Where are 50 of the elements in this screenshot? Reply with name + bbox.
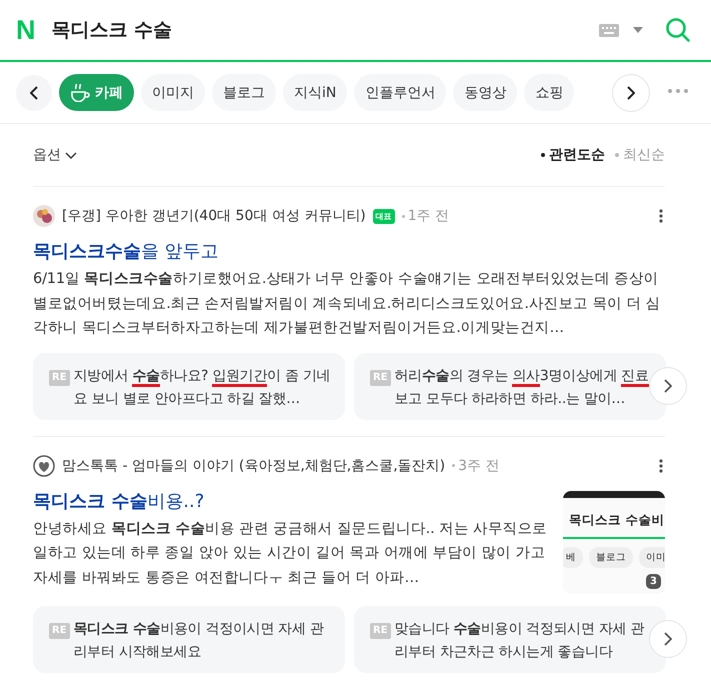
- post-excerpt: 안녕하세요 목디스크 수술비용 관련 궁금해서 질문드립니다.. 저는 사무직으로 일하고 있는데 하루 종일 앉아 있는 시간이 길어 목과 어깨에 부담이 많이 가고 자세를 바꿔봐도 통증은 여전합니다ㅜ 최근 들어 더 아파…: [33, 518, 548, 588]
- thumbnail-chip: 블로그: [589, 546, 633, 568]
- more-options-button[interactable]: [657, 209, 665, 223]
- comment-text[interactable]: 목디스크 수술비용이 걱정이시면 자세 관리부터 시작해보세요: [74, 618, 331, 664]
- previous-button[interactable]: [16, 74, 52, 110]
- post-time: 1주 전: [408, 207, 450, 225]
- category-tab[interactable]: 인플루언서: [354, 74, 446, 111]
- more-options-button[interactable]: [657, 458, 665, 472]
- cup-icon: [70, 84, 90, 102]
- chevron-right-icon: [664, 632, 672, 646]
- category-tab[interactable]: 블로그: [212, 74, 276, 111]
- category-tab[interactable]: 쇼핑: [524, 74, 574, 111]
- category-tab[interactable]: 동영상: [453, 74, 518, 111]
- comment-text[interactable]: 허리수술의 경우는 의사3명이상에게 진료 보고 모두다 하라하면 하라..는 말이…: [394, 364, 652, 410]
- post-title[interactable]: 목디스크 수술비용..?: [33, 488, 551, 512]
- comment-text[interactable]: 지방에서 수술하나요? 입원기간이 좀 기네요 보니 별로 안아프다고 하길 잘했…: [74, 364, 331, 410]
- kebab-icon: [659, 458, 663, 472]
- post-title[interactable]: 목디스크수술을 앞두고: [33, 239, 665, 263]
- cafe-name[interactable]: [우갱] 우아한 갱년기(40대 50대 여성 커뮤니티): [62, 207, 366, 225]
- category-tab[interactable]: 지식iN: [283, 74, 348, 111]
- thumbnail-title: 목디스크 수술비: [563, 498, 665, 538]
- chevron-down-icon: [65, 152, 77, 158]
- image-count-badge: 3: [646, 574, 661, 588]
- more-icon: [668, 89, 688, 93]
- cafe-name[interactable]: 맘스톡톡 - 엄마들의 이야기 (육아정보,체험단,홈스쿨,돌잔치): [62, 456, 446, 474]
- thumbnail-chip: 베: [563, 546, 583, 568]
- chevron-right-icon: [664, 378, 672, 392]
- caret-icon: [633, 27, 643, 33]
- chevron-left-icon: [30, 86, 38, 100]
- thumbnail[interactable]: 목디스크 수술비 베 블로그 이미 3: [563, 490, 665, 594]
- next-button[interactable]: [613, 75, 649, 111]
- chevron-right-icon: [627, 86, 635, 100]
- post-time: 3주 전: [458, 456, 500, 474]
- thumbnail-chip: 이미: [639, 546, 665, 568]
- bullet-icon: [615, 153, 619, 157]
- kebab-icon: [659, 209, 663, 223]
- post-excerpt: 6/11일 목디스크수술하기로했어요.상태가 너무 안좋아 수술얘기는 오래전부터있었는데 증상이 별로없어버텼는데요.최근 손저림발저림이 계속되네요.허리디스크도있어요.사진보고 목이 더 심각하니 목디스크부터하자고하는데 제가불편한건발저림이거든요.이게맞는건지…: [33, 269, 662, 338]
- keyboard-icon: [599, 24, 619, 36]
- category-tab[interactable]: 이미지: [141, 74, 205, 111]
- comment-text[interactable]: 맞습니다 수술비용이 걱정되시면 자세 관리부터 차근차근 하시는게 좋습니다: [394, 618, 652, 664]
- avatar-icon: [33, 205, 55, 227]
- search-field[interactable]: 목디스크 수술: [52, 17, 599, 43]
- separator-dot-icon: [452, 464, 456, 467]
- bullet-icon: [541, 153, 545, 157]
- sort-option[interactable]: 관련도순: [541, 146, 605, 164]
- search-icon: [665, 17, 691, 43]
- avatar-icon: [33, 454, 55, 476]
- options-button[interactable]: 옵션: [33, 146, 77, 164]
- separator-dot-icon: [402, 214, 405, 218]
- badge: 대표: [372, 208, 395, 224]
